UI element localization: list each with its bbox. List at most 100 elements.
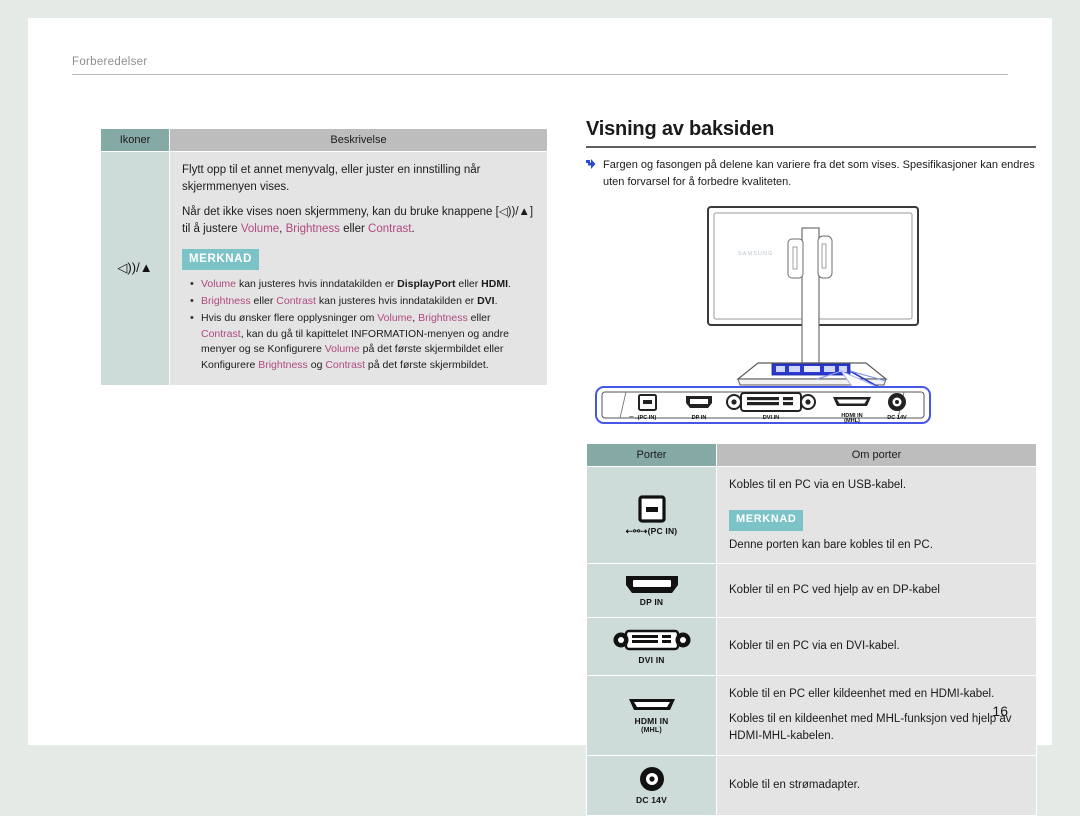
- note-text: .: [508, 278, 511, 291]
- table-row: DC 14V Koble til en strømadapter.: [586, 754, 1037, 816]
- highlighted-term: Contrast: [201, 327, 241, 340]
- ports-table: Porter Om porter ⇠⚯⇢(PC IN) Kobles til en…: [586, 443, 1037, 816]
- note-text: kan justeres hvis inndatakilden er: [315, 295, 478, 308]
- table-row: ◁))/▲ Flytt opp til et annet menyvalg, e…: [100, 151, 548, 386]
- port-description-primary: Koble til en strømadapter.: [729, 778, 861, 791]
- table-row: HDMI IN (MHL) Koble til en PC eller kildee…: [586, 674, 1037, 756]
- highlighted-term: Contrast: [325, 359, 366, 372]
- note-text: eller: [467, 311, 491, 324]
- port-icon-cell: HDMI IN (MHL): [586, 674, 717, 756]
- port-sublabel: (MHL): [641, 726, 662, 734]
- header-divider: [72, 74, 1008, 75]
- hdmi-mhl-port-icon: [628, 698, 675, 710]
- port-description-cell: Kobles til en PC via en USB-kabel. MERKNA…: [716, 465, 1037, 565]
- monitor-rear-illustration: SAMSUNG (PC IN) DP IN DVI IN HDMI IN (MH…: [586, 203, 1036, 428]
- port-icon-cell: ⇠⚯⇢(PC IN): [586, 465, 717, 565]
- column-header-about: Om porter: [716, 443, 1037, 467]
- volume-up-icon: ◁))/▲: [117, 260, 153, 276]
- table-row: ⇠⚯⇢(PC IN) Kobles til en PC via en USB-ka…: [586, 465, 1037, 565]
- emphasis-term: DVI: [477, 295, 495, 308]
- term-contrast: Contrast: [368, 223, 412, 236]
- highlighted-term: Volume: [324, 343, 360, 356]
- highlighted-term: Brightness: [201, 295, 251, 308]
- emphasis-term: DisplayPort: [397, 278, 456, 291]
- port-label: HDMI IN (MHL): [591, 716, 712, 735]
- note-badge: MERKNAD: [729, 509, 804, 531]
- arrow-bullet-icon: [586, 159, 596, 169]
- description-paragraph-2: Når det ikke vises noen skjermmeny, kan …: [182, 204, 535, 237]
- port-label: DP IN: [639, 597, 664, 608]
- usb-symbol-icon: ⎓↔: [629, 415, 640, 421]
- panel-label-dc: DC 14V: [887, 415, 907, 421]
- breadcrumb: Forberedelser: [72, 56, 148, 68]
- note-list-item: Brightness eller Contrast kan justeres h…: [190, 293, 535, 310]
- note-text: på det første skjermbildet.: [365, 359, 489, 372]
- dc-power-port-icon: [639, 766, 664, 791]
- port-icon-wrapper: [591, 696, 712, 714]
- section-note: Fargen og fasongen på delene kan variere…: [586, 157, 1036, 190]
- port-label: DC 14V: [636, 794, 667, 805]
- term-brightness: Brightness: [285, 223, 340, 236]
- column-header-ports: Porter: [586, 443, 717, 467]
- note-list-item: Volume kan justeres hvis inndatakilden e…: [190, 276, 535, 293]
- port-icon-wrapper: [591, 765, 712, 793]
- panel-label-mhl: (MHL): [844, 418, 860, 424]
- port-description-cell: Kobler til en PC via en DVI-kabel.: [716, 617, 1037, 676]
- document-page: Forberedelser Ikoner Beskrivelse ◁))/▲ F…: [28, 18, 1052, 816]
- port-description-cell: Kobler til en PC ved hjelp av en DP-kabe…: [716, 563, 1037, 619]
- highlighted-term: Volume: [377, 311, 413, 324]
- panel-label-dvi: DVI IN: [763, 415, 779, 421]
- description-cell: Flytt opp til et annet menyvalg, eller j…: [169, 151, 548, 386]
- icon-cell: ◁))/▲: [100, 151, 170, 386]
- port-description-cell: Koble til en strømadapter.: [716, 754, 1037, 816]
- note-text: eller: [455, 278, 482, 291]
- port-description-secondary: Kobles til en kildeenhet med MHL-funksjo…: [729, 713, 1012, 743]
- note-list-item: Hvis du ønsker flere opplysninger om Vol…: [190, 310, 535, 374]
- note-list: Volume kan justeres hvis inndatakilden e…: [190, 276, 535, 374]
- port-label: DVI IN: [638, 655, 665, 666]
- port-description-primary: Koble til en PC eller kildeenhet med en …: [729, 687, 995, 700]
- port-description-primary: Kobler til en PC ved hjelp av en DP-kabe…: [729, 584, 940, 597]
- port-description-secondary: Denne porten kan bare kobles til en PC.: [729, 538, 933, 551]
- note-text: Hvis du ønsker flere opplysninger om: [201, 311, 378, 324]
- table-row: DP IN Kobler til en PC ved hjelp av en DP…: [586, 563, 1037, 619]
- port-icon-wrapper: [591, 573, 712, 595]
- highlighted-term: Brightness: [418, 311, 468, 324]
- table-row: DVI IN Kobler til en PC via en DVI-kabel.: [586, 617, 1037, 676]
- dvi-port-icon: [613, 629, 690, 651]
- port-description-cell: Koble til en PC eller kildeenhet med en …: [716, 674, 1037, 756]
- title-divider: [586, 146, 1036, 148]
- panel-label-dp: DP IN: [692, 415, 707, 421]
- displayport-port-icon: [625, 576, 678, 594]
- usb-symbol-icon: ⇠⚯⇢: [625, 525, 648, 536]
- description-paragraph-1: Flytt opp til et annet menyvalg, eller j…: [182, 164, 481, 193]
- page-title: Visning av baksiden: [586, 118, 775, 140]
- section-note-text: Fargen og fasongen på delene kan variere…: [603, 159, 1035, 188]
- ports-table-header-row: Porter Om porter: [586, 443, 1037, 467]
- highlighted-term: Brightness: [258, 359, 308, 372]
- emphasis-term: HDMI: [481, 278, 509, 291]
- highlighted-term: Volume: [201, 278, 237, 291]
- note-text: kan justeres hvis inndatakilden er: [236, 278, 398, 291]
- icons-table: Ikoner Beskrivelse ◁))/▲ Flytt opp til e…: [100, 128, 548, 386]
- port-icon-cell: DVI IN: [586, 617, 717, 676]
- section-header-block: Visning av baksiden Fargen og fasongen p…: [586, 118, 1036, 190]
- brand-logo-text: SAMSUNG: [738, 251, 774, 257]
- highlighted-term: Contrast: [276, 295, 316, 308]
- usb-type-b-port-icon: [637, 495, 666, 523]
- column-header-description: Beskrivelse: [169, 128, 548, 152]
- port-label: ⇠⚯⇢(PC IN): [625, 525, 678, 536]
- port-description-primary: Kobles til en PC via en USB-kabel.: [729, 479, 907, 491]
- para2-text-c: eller: [339, 223, 369, 236]
- page-number: 16: [992, 703, 1008, 719]
- port-icon-cell: DP IN: [586, 563, 717, 619]
- note-text: .: [494, 295, 498, 308]
- term-volume: Volume: [240, 223, 280, 236]
- port-icon-cell: DC 14V: [586, 754, 717, 816]
- note-text: eller: [250, 295, 277, 308]
- icons-table-header-row: Ikoner Beskrivelse: [100, 128, 548, 152]
- port-description-primary: Kobler til en PC via en DVI-kabel.: [729, 640, 900, 653]
- panel-label-usb: (PC IN): [638, 415, 657, 421]
- port-icon-wrapper: [591, 627, 712, 653]
- note-badge: MERKNAD: [182, 248, 259, 271]
